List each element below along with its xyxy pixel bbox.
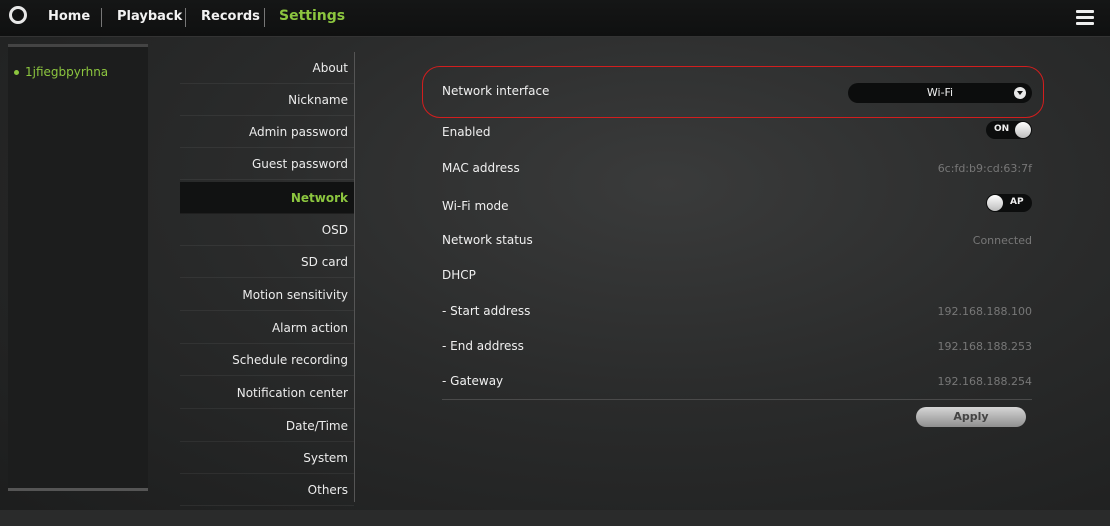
top-nav: Home Playback Records Settings: [0, 0, 1110, 37]
dhcp-label: DHCP: [442, 268, 476, 282]
settings-menu: About Nickname Admin password Guest pass…: [180, 52, 355, 506]
menu-item-network[interactable]: Network: [180, 182, 354, 214]
wifi-mode-toggle[interactable]: AP: [986, 194, 1032, 212]
device-name: 1jfiegbpyrhna: [25, 65, 109, 79]
nav-records[interactable]: Records: [201, 9, 260, 24]
network-status-value: Connected: [972, 234, 1032, 247]
form-divider: [442, 399, 1032, 400]
device-list-panel: 1jfiegbpyrhna: [8, 44, 148, 491]
network-interface-label: Network interface: [442, 84, 550, 98]
hamburger-menu-icon[interactable]: [1076, 10, 1094, 25]
online-dot-icon: [14, 70, 19, 75]
enabled-label: Enabled: [442, 125, 491, 139]
gateway-label: - Gateway: [442, 374, 504, 388]
network-settings-panel: Network interface Wi-Fi Enabled ON MAC a…: [422, 66, 1044, 448]
menu-item-system[interactable]: System: [180, 442, 354, 474]
start-address-value: 192.168.188.100: [937, 305, 1032, 318]
menu-item-about[interactable]: About: [180, 52, 354, 84]
nav-home[interactable]: Home: [48, 9, 90, 24]
toggle-knob: [1015, 122, 1031, 138]
wifi-mode-toggle-text: AP: [1010, 197, 1024, 207]
apply-button[interactable]: Apply: [916, 407, 1026, 427]
menu-item-sd-card[interactable]: SD card: [180, 246, 354, 278]
mac-address-label: MAC address: [442, 161, 520, 175]
menu-item-schedule-recording[interactable]: Schedule recording: [180, 344, 354, 376]
menu-item-admin-password[interactable]: Admin password: [180, 116, 354, 148]
menu-item-guest-password[interactable]: Guest password: [180, 148, 354, 180]
device-panel-scrollbar[interactable]: [8, 488, 148, 491]
enabled-toggle-text: ON: [994, 124, 1010, 134]
enabled-toggle[interactable]: ON: [986, 121, 1032, 139]
page-footer: [0, 510, 1110, 526]
network-interface-select[interactable]: Wi-Fi: [848, 83, 1032, 103]
mac-address-value: 6c:fd:b9:cd:63:7f: [937, 162, 1032, 175]
gateway-value: 192.168.188.254: [937, 375, 1032, 388]
nav-playback[interactable]: Playback: [117, 9, 182, 24]
device-list-item[interactable]: 1jfiegbpyrhna: [14, 65, 108, 79]
app-logo-icon[interactable]: [9, 6, 27, 24]
nav-divider: [101, 8, 102, 27]
network-status-label: Network status: [442, 233, 533, 247]
network-interface-value: Wi-Fi: [926, 86, 954, 99]
nav-settings[interactable]: Settings: [279, 8, 345, 24]
nav-divider: [264, 8, 265, 27]
menu-item-date-time[interactable]: Date/Time: [180, 410, 354, 442]
toggle-knob: [987, 195, 1003, 211]
menu-item-nickname[interactable]: Nickname: [180, 84, 354, 116]
menu-item-others[interactable]: Others: [180, 474, 354, 506]
end-address-value: 192.168.188.253: [937, 340, 1032, 353]
nav-divider: [185, 8, 186, 27]
menu-item-alarm-action[interactable]: Alarm action: [180, 312, 354, 344]
start-address-label: - Start address: [442, 304, 531, 318]
chevron-down-icon: [1014, 87, 1026, 99]
menu-item-notification-center[interactable]: Notification center: [180, 377, 354, 409]
menu-item-motion-sensitivity[interactable]: Motion sensitivity: [180, 279, 354, 311]
menu-item-osd[interactable]: OSD: [180, 214, 354, 246]
settings-page: Home Playback Records Settings 1jfiegbpy…: [0, 0, 1110, 526]
end-address-label: - End address: [442, 339, 524, 353]
wifi-mode-label: Wi-Fi mode: [442, 199, 509, 213]
